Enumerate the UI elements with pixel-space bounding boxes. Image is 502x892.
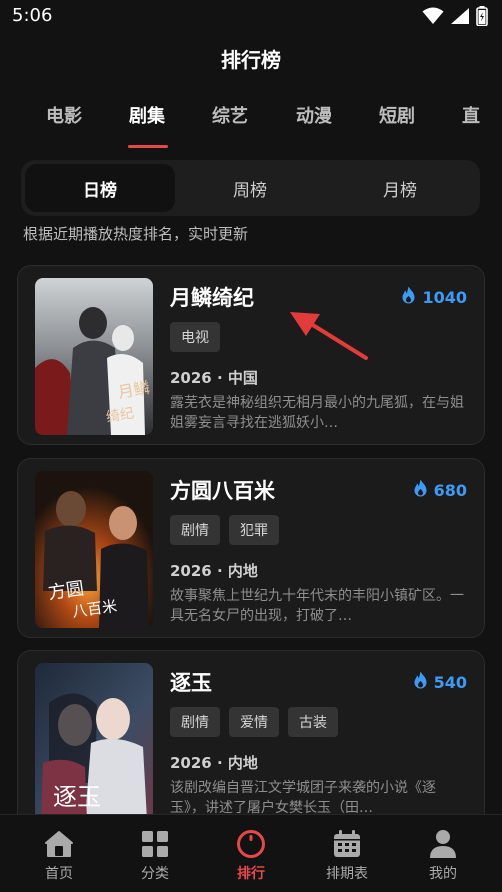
poster-image[interactable]: 方圆 八百米 <box>35 471 153 628</box>
item-description: 露芜衣是神秘组织无相月最小的九尾狐，在与姐姐雾妄言寻找在逃狐妖小… <box>170 395 464 431</box>
tag-list: 剧情 犯罪 <box>170 515 279 545</box>
calendar-icon <box>332 829 362 859</box>
flame-icon <box>412 479 429 502</box>
annotation-arrow <box>290 312 368 360</box>
home-icon <box>44 829 74 859</box>
tab-live[interactable]: 直 <box>462 102 480 128</box>
item-description: 故事聚焦上世纪九十年代末的丰阳小镇矿区。一具无名女尸的出现，打破了… <box>170 588 464 624</box>
nav-label: 首页 <box>45 866 73 882</box>
heat-value: 1040 <box>422 288 467 307</box>
bottom-navigation: 首页 分类 排行 排期表 我的 <box>0 814 502 892</box>
item-title: 逐玉 <box>170 671 212 695</box>
nav-home[interactable]: 首页 <box>9 815 109 892</box>
tab-movie[interactable]: 电影 <box>46 102 82 128</box>
item-title: 月鳞绮纪 <box>170 286 254 310</box>
year-region: 2026 · 中国 <box>170 369 258 387</box>
ranking-item[interactable]: 月鳞 绮纪 月鳞绮纪 1040 电视 2026 · 中国 露芜衣是神秘组织无相月… <box>17 265 485 445</box>
flame-icon <box>400 286 417 309</box>
nav-category[interactable]: 分类 <box>105 815 205 892</box>
ranking-item[interactable]: 方圆 八百米 方圆八百米 680 剧情 犯罪 2026 · 内地 故事聚焦上世纪… <box>17 458 485 638</box>
user-icon <box>429 829 457 859</box>
poster-image[interactable]: 逐玉 <box>35 663 153 820</box>
ranking-icon <box>236 829 266 859</box>
tab-variety[interactable]: 综艺 <box>212 102 248 128</box>
tab-anime[interactable]: 动漫 <box>296 102 332 128</box>
svg-text:逐玉: 逐玉 <box>53 783 101 811</box>
genre-tag: 犯罪 <box>229 515 279 545</box>
flame-icon <box>412 671 429 694</box>
nav-label: 我的 <box>429 866 457 882</box>
nav-label: 排期表 <box>326 866 368 882</box>
tag-list: 剧情 爱情 古装 <box>170 707 338 737</box>
tag-list: 电视 <box>170 322 220 352</box>
period-weekly[interactable]: 周榜 <box>175 164 325 212</box>
genre-tag: 剧情 <box>170 515 220 545</box>
item-title: 方圆八百米 <box>170 479 275 503</box>
nav-label: 分类 <box>141 866 169 882</box>
category-tabs: 电影 剧集 综艺 动漫 短剧 直 <box>0 102 502 152</box>
ranking-item[interactable]: 逐玉 逐玉 540 剧情 爱情 古装 2026 · 内地 该剧改编自晋江文学城团… <box>17 650 485 830</box>
ranking-description: 根据近期播放热度排名，实时更新 <box>23 225 249 243</box>
item-description: 该剧改编自晋江文学城团子来袭的小说《逐玉》，讲述了屠户女樊长玉（田… <box>170 780 436 816</box>
genre-tag: 电视 <box>170 322 220 352</box>
heat-value: 680 <box>433 481 467 500</box>
period-selector: 日榜 周榜 月榜 <box>21 160 480 216</box>
battery-icon <box>476 6 488 30</box>
active-tab-indicator <box>128 145 168 148</box>
signal-icon <box>450 7 470 29</box>
tab-series[interactable]: 剧集 <box>129 102 165 128</box>
poster-image[interactable]: 月鳞 绮纪 <box>35 278 153 435</box>
genre-tag: 爱情 <box>229 707 279 737</box>
nav-profile[interactable]: 我的 <box>393 815 493 892</box>
nav-label: 排行 <box>237 866 265 882</box>
heat-score: 1040 <box>400 286 467 309</box>
grid-icon <box>141 829 169 859</box>
period-monthly[interactable]: 月榜 <box>325 164 475 212</box>
genre-tag: 古装 <box>288 707 338 737</box>
status-bar: 5:06 <box>0 0 502 34</box>
heat-value: 540 <box>433 673 467 692</box>
genre-tag: 剧情 <box>170 707 220 737</box>
year-region: 2026 · 内地 <box>170 562 258 580</box>
wifi-icon <box>422 7 444 29</box>
year-region: 2026 · 内地 <box>170 754 258 772</box>
page-title: 排行榜 <box>221 48 281 72</box>
heat-score: 540 <box>412 671 467 694</box>
status-time: 5:06 <box>12 5 53 26</box>
tab-short-drama[interactable]: 短剧 <box>379 102 415 128</box>
nav-ranking[interactable]: 排行 <box>201 815 301 892</box>
nav-schedule[interactable]: 排期表 <box>297 815 397 892</box>
heat-score: 680 <box>412 479 467 502</box>
period-daily[interactable]: 日榜 <box>25 164 175 212</box>
